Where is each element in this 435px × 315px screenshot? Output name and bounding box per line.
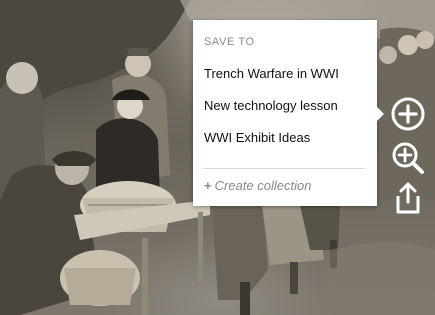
add-to-collection-button[interactable] [390, 96, 426, 132]
share-button[interactable] [394, 181, 422, 215]
create-collection-label: Create collection [214, 178, 312, 193]
share-icon [396, 182, 420, 214]
popup-title: SAVE TO [204, 36, 255, 48]
collection-item[interactable]: Trench Warfare in WWI [204, 66, 339, 81]
zoom-in-icon [392, 142, 424, 174]
collection-item[interactable]: New technology lesson [204, 98, 338, 113]
plus-icon: + [204, 178, 212, 193]
divider [203, 168, 365, 169]
zoom-button[interactable] [390, 140, 426, 176]
create-collection-button[interactable]: + Create collection [204, 178, 311, 193]
plus-circle-icon [391, 97, 425, 131]
collection-item[interactable]: WWI Exhibit Ideas [204, 130, 310, 145]
save-to-popup: SAVE TO Trench Warfare in WWI New techno… [193, 20, 384, 206]
